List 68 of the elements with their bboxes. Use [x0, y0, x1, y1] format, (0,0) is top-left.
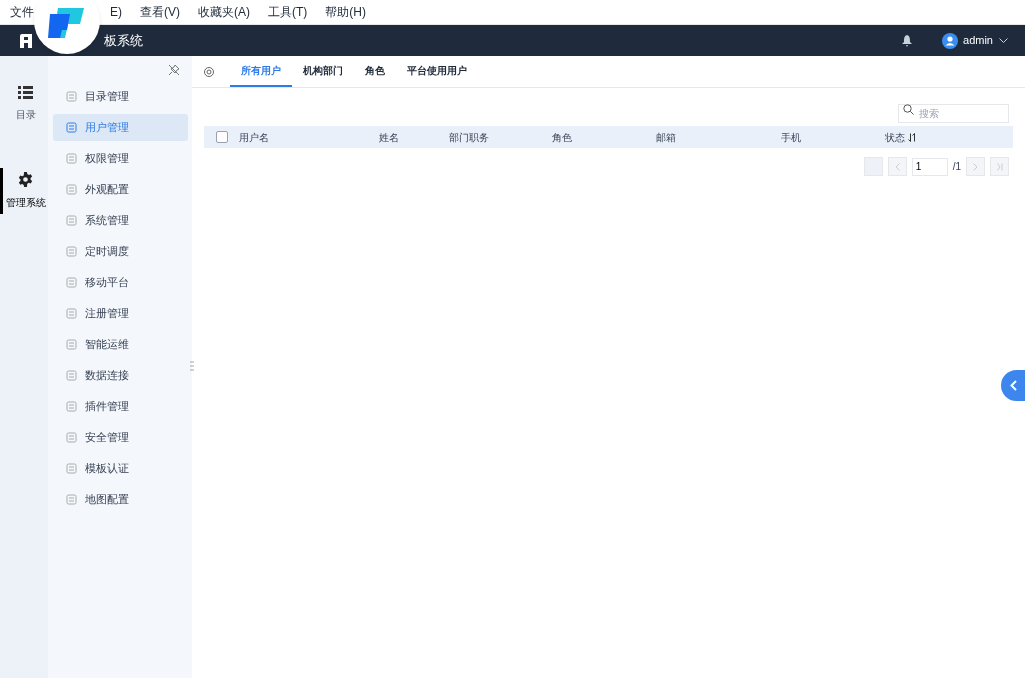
- menu-item-icon: [66, 246, 77, 257]
- sidebar-item[interactable]: 安全管理: [53, 424, 188, 451]
- tab[interactable]: 平台使用用户: [396, 56, 478, 87]
- menu-item[interactable]: 文件: [10, 3, 34, 21]
- last-page-icon: [996, 162, 1003, 171]
- column-header: 手机: [781, 130, 801, 145]
- bell-icon[interactable]: [902, 34, 913, 47]
- menu-item[interactable]: 收藏夹(A): [198, 3, 250, 21]
- menu-item[interactable]: 查看(V): [140, 3, 180, 21]
- sidebar-item[interactable]: 系统管理: [53, 207, 188, 234]
- menu-item-icon: [66, 432, 77, 443]
- sidebar-item[interactable]: 注册管理: [53, 300, 188, 327]
- tab[interactable]: 所有用户: [230, 56, 292, 87]
- sort-icon[interactable]: [908, 132, 917, 142]
- sidebar-item[interactable]: 定时调度: [53, 238, 188, 265]
- chevron-right-icon: [973, 162, 978, 171]
- app-title: 板系统: [104, 31, 143, 50]
- menu-item-icon: [66, 339, 77, 350]
- sidebar-item[interactable]: 智能运维: [53, 331, 188, 358]
- page-input[interactable]: 1: [911, 157, 948, 176]
- expand-panel-button[interactable]: [1001, 370, 1025, 401]
- chevron-left-icon: [894, 162, 900, 171]
- menu-item-icon: [66, 463, 77, 474]
- rail-item[interactable]: 目录: [0, 82, 48, 126]
- gear-icon: [18, 172, 33, 187]
- menu-item-icon: [66, 91, 77, 102]
- page-total: /1: [952, 160, 961, 174]
- sidebar-item[interactable]: 地图配置: [53, 486, 188, 513]
- menu-item-icon: [66, 184, 77, 195]
- column-header: 用户名: [239, 130, 269, 145]
- select-all-checkbox[interactable]: [216, 131, 228, 143]
- menu-item-icon: [66, 401, 77, 412]
- menu-item-icon: [66, 370, 77, 381]
- settings-icon[interactable]: [203, 65, 215, 78]
- column-header: 部门职务: [449, 130, 489, 145]
- column-header: 角色: [552, 130, 572, 145]
- menu-item-icon: [66, 308, 77, 319]
- sidebar-item[interactable]: 外观配置: [53, 176, 188, 203]
- search-icon: [903, 104, 914, 115]
- user-name[interactable]: admin: [963, 32, 993, 49]
- menu-item[interactable]: 工具(T): [268, 3, 308, 21]
- search-field[interactable]: 搜索: [898, 104, 1009, 123]
- menu-item-icon: [66, 153, 77, 164]
- menu-item-icon: [66, 122, 77, 133]
- sidebar-item[interactable]: 数据连接: [53, 362, 188, 389]
- tab[interactable]: 角色: [354, 56, 396, 87]
- menu-item-icon: [66, 277, 77, 288]
- column-header: 邮箱: [656, 130, 676, 145]
- avatar-icon[interactable]: [942, 32, 959, 49]
- sidebar-item[interactable]: 插件管理: [53, 393, 188, 420]
- menu-item[interactable]: 帮助(H): [325, 3, 366, 21]
- sidebar-item[interactable]: 权限管理: [53, 145, 188, 172]
- logo-icon: [19, 33, 33, 48]
- sidebar-item[interactable]: 模板认证: [53, 455, 188, 482]
- resize-handle-icon[interactable]: [190, 361, 194, 371]
- chevron-left-icon: [1009, 380, 1017, 391]
- sidebar-item[interactable]: 目录管理: [53, 83, 188, 110]
- menu-item[interactable]: E): [110, 3, 122, 21]
- sidebar-item[interactable]: 用户管理: [53, 114, 188, 141]
- tab[interactable]: 机构部门: [292, 56, 354, 87]
- menu-item-icon: [66, 494, 77, 505]
- column-header: 姓名: [379, 130, 399, 145]
- list-icon: [18, 86, 33, 99]
- sidebar-item[interactable]: 移动平台: [53, 269, 188, 296]
- menu-item-icon: [66, 215, 77, 226]
- pin-icon[interactable]: [168, 64, 180, 76]
- chevron-down-icon[interactable]: [999, 37, 1008, 44]
- column-header: 状态: [885, 130, 905, 145]
